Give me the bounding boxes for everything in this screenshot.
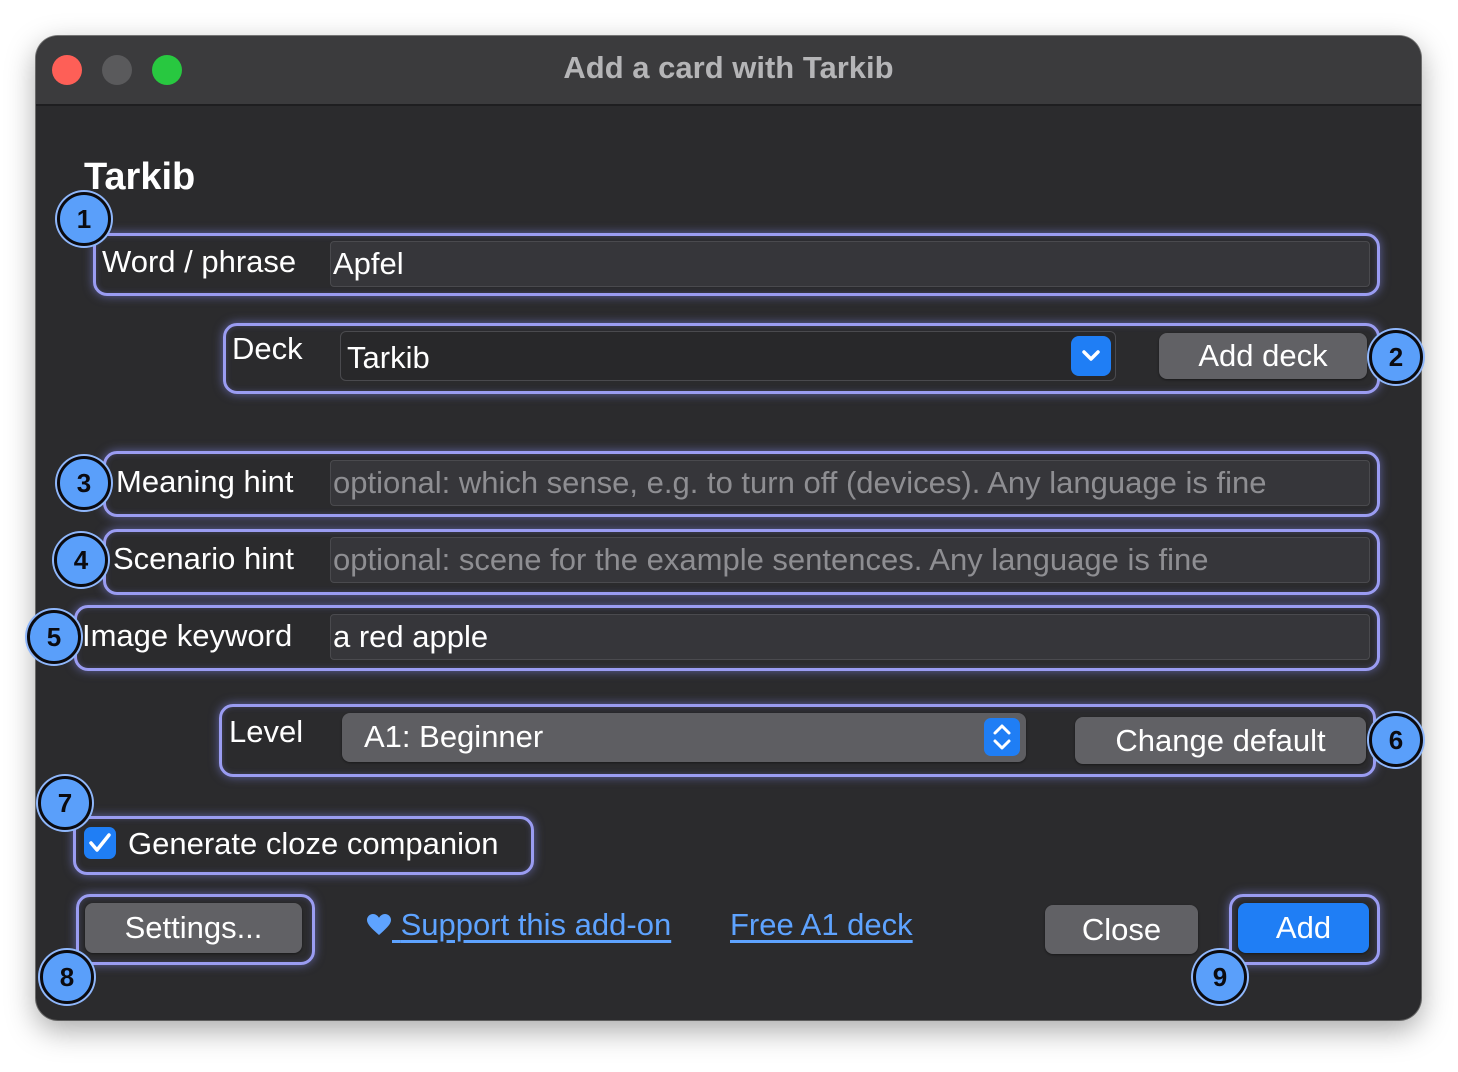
meaning-hint-input[interactable]	[330, 460, 1370, 506]
support-link-text: Support this add-on	[400, 907, 672, 942]
word-label: Word / phrase	[102, 244, 297, 279]
cloze-label[interactable]: Generate cloze companion	[128, 826, 499, 862]
meaning-label: Meaning hint	[116, 464, 294, 499]
annotation-badge-7: 7	[38, 776, 92, 830]
checkmark-icon	[89, 833, 111, 852]
title-bar: Add a card with Tarkib	[36, 36, 1421, 106]
chevron-down-icon[interactable]	[1071, 336, 1111, 376]
section-heading: Tarkib	[84, 156, 196, 198]
cloze-checkbox[interactable]	[84, 827, 116, 859]
close-button[interactable]: Close	[1045, 905, 1198, 954]
annotation-badge-6: 6	[1369, 713, 1423, 767]
free-deck-link[interactable]: Free A1 deck	[730, 907, 913, 943]
scenario-label: Scenario hint	[113, 541, 294, 576]
level-popup[interactable]: A1: Beginner	[342, 713, 1026, 762]
change-default-button[interactable]: Change default	[1075, 717, 1366, 764]
settings-button[interactable]: Settings...	[85, 903, 302, 953]
deck-combobox[interactable]: Tarkib	[340, 331, 1116, 381]
annotation-badge-9: 9	[1193, 950, 1247, 1004]
annotation-badge-1: 1	[57, 192, 111, 246]
add-deck-button[interactable]: Add deck	[1159, 333, 1367, 379]
image-keyword-input[interactable]	[330, 614, 1370, 660]
annotation-badge-2: 2	[1369, 330, 1423, 384]
deck-value: Tarkib	[347, 340, 430, 375]
support-link[interactable]: Support this add-on	[366, 907, 671, 943]
heart-icon	[367, 914, 391, 935]
level-label: Level	[229, 714, 304, 749]
add-button[interactable]: Add	[1238, 903, 1369, 953]
level-value: A1: Beginner	[364, 719, 544, 754]
add-card-window: Add a card with Tarkib Tarkib Word / phr…	[36, 36, 1421, 1020]
image-label: Image keyword	[82, 618, 293, 653]
annotation-badge-8: 8	[40, 950, 94, 1004]
updown-chevron-icon[interactable]	[984, 718, 1020, 756]
scenario-hint-input[interactable]	[330, 537, 1370, 583]
annotation-badge-3: 3	[57, 456, 111, 510]
window-title: Add a card with Tarkib	[563, 50, 894, 85]
annotation-badge-4: 4	[54, 533, 108, 587]
annotation-badge-5: 5	[27, 610, 81, 664]
word-input[interactable]	[330, 241, 1370, 287]
deck-label: Deck	[232, 331, 303, 366]
